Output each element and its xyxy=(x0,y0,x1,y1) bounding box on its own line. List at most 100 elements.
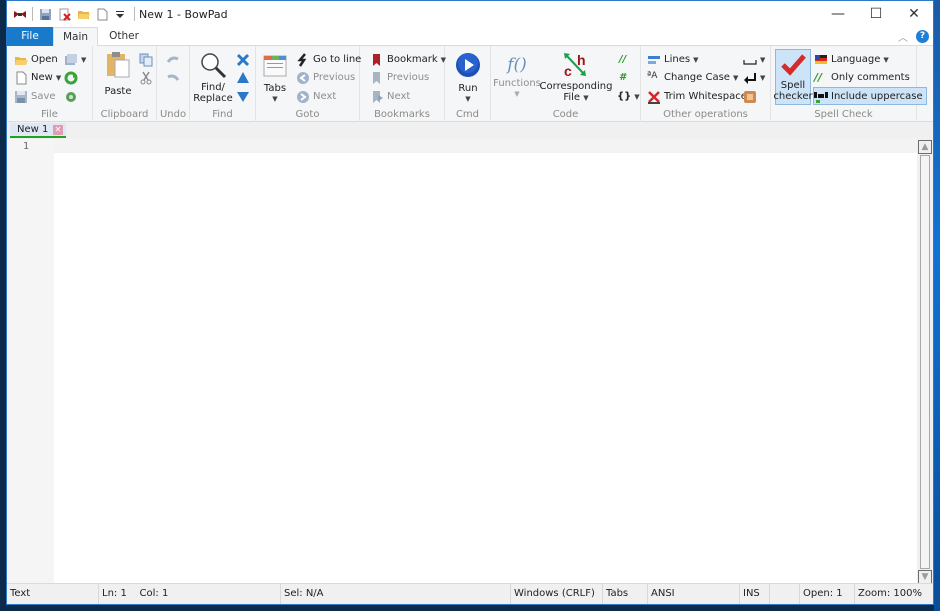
status-position: Ln: 1 Col: 1 xyxy=(98,584,280,604)
include-uppercase-toggle[interactable]: Include uppercase xyxy=(813,87,927,105)
functions-label: Functions xyxy=(493,78,541,89)
scroll-up-button[interactable]: ▲ xyxy=(918,140,932,154)
find-all-icon xyxy=(236,90,250,104)
whitespace-toggle-button[interactable]: ▼ xyxy=(743,51,765,68)
document-tab-bar: New 1 ✕ xyxy=(7,122,933,139)
checker-label: checker xyxy=(773,91,813,102)
uppercase-icon xyxy=(814,89,828,103)
tabs-button[interactable]: Tabs ▼ xyxy=(261,54,289,105)
status-spacer xyxy=(769,584,799,604)
find-all-button[interactable] xyxy=(236,88,250,105)
new-button[interactable]: New ▼ xyxy=(14,69,61,86)
save-icon[interactable] xyxy=(39,8,52,21)
arrow-left-circle-icon xyxy=(296,71,310,85)
dropdown-caret-icon: ▼ xyxy=(583,94,589,102)
copy-icon xyxy=(139,53,153,67)
open-label: Open xyxy=(31,54,58,65)
bookmark-previous-button[interactable]: Previous xyxy=(370,69,429,86)
svg-text:h: h xyxy=(577,52,586,68)
dropdown-caret-icon: ▼ xyxy=(732,73,739,82)
goto-next-button[interactable]: Next xyxy=(296,88,336,105)
editor-area[interactable]: 1 xyxy=(7,139,919,585)
bookmark-label: Bookmark xyxy=(387,54,438,65)
bowpad-logo-icon[interactable] xyxy=(13,8,26,21)
tabs-label: Tabs xyxy=(263,83,287,94)
reload-all-button[interactable] xyxy=(64,88,78,105)
only-comments-button[interactable]: // Only comments xyxy=(814,69,910,86)
group-label-bookmarks: Bookmarks xyxy=(374,109,430,120)
tab-other[interactable]: Other xyxy=(104,27,144,46)
separator xyxy=(134,7,135,21)
scroll-down-button[interactable]: ▼ xyxy=(918,570,932,584)
bookmark-button[interactable]: Bookmark ▼ xyxy=(370,51,446,68)
spell-checker-button[interactable]: Spell checker xyxy=(773,49,813,105)
paste-button[interactable]: Paste xyxy=(101,51,135,97)
ribbon-tab-bar: File Main Other xyxy=(7,27,933,47)
save-label: Save xyxy=(31,91,56,102)
find-next-button[interactable] xyxy=(236,51,250,68)
help-icon[interactable]: ? xyxy=(916,30,929,43)
cut-button[interactable] xyxy=(139,69,153,86)
new-document-icon[interactable] xyxy=(96,8,109,21)
status-encoding[interactable]: ANSI xyxy=(647,584,739,604)
paste-icon xyxy=(105,51,131,82)
open-button[interactable]: Open xyxy=(14,51,58,68)
functions-button[interactable]: f() Functions ▼ xyxy=(493,54,541,100)
run-play-icon xyxy=(455,52,481,81)
braces-button[interactable]: {} ▼ xyxy=(617,88,640,105)
scroll-thumb[interactable] xyxy=(920,155,930,569)
save-all-button[interactable]: ▼ xyxy=(64,51,86,68)
uncomment-button[interactable]: # xyxy=(619,69,626,86)
comment-icon: // xyxy=(619,54,627,65)
tab-file[interactable]: File xyxy=(7,27,53,46)
reload-button[interactable] xyxy=(64,69,78,86)
dropdown-caret-icon: ▼ xyxy=(883,55,889,64)
vertical-scrollbar[interactable]: ▲ ▼ xyxy=(917,139,933,585)
separator xyxy=(32,7,33,21)
document-tab-new-1[interactable]: New 1 ✕ xyxy=(10,123,66,138)
language-button[interactable]: Language ▼ xyxy=(814,51,889,68)
status-open-count: Open: 1 xyxy=(799,584,854,604)
current-line-highlight xyxy=(54,139,919,153)
comment-button[interactable]: // xyxy=(619,51,626,68)
group-label-other-operations: Other operations xyxy=(663,109,748,120)
tab-main[interactable]: Main xyxy=(53,27,98,47)
bookmark-next-button[interactable]: Next xyxy=(370,88,410,105)
change-case-button[interactable]: ªA Change Case ▼ xyxy=(647,69,738,86)
lines-label: Lines xyxy=(664,54,691,65)
undo-button[interactable] xyxy=(166,51,180,68)
corresponding-file-button[interactable]: hc Corresponding File ▼ xyxy=(540,52,613,104)
redo-button[interactable] xyxy=(166,69,180,86)
goto-previous-button[interactable]: Previous xyxy=(296,69,355,86)
collapse-ribbon-icon[interactable]: ︿ xyxy=(898,29,908,44)
document-tab-label: New 1 xyxy=(17,124,49,135)
run-button[interactable]: Run ▼ xyxy=(453,52,483,105)
maximize-button[interactable]: ☐ xyxy=(857,1,895,27)
close-button[interactable]: ✕ xyxy=(895,1,933,27)
ribbon-help-area: ︿ ? xyxy=(898,29,929,44)
go-to-line-button[interactable]: Go to line xyxy=(296,51,361,68)
find-previous-button[interactable] xyxy=(236,69,250,86)
save-button[interactable]: Save xyxy=(14,88,56,105)
customize-dropdown-icon[interactable] xyxy=(115,8,128,21)
dropdown-caret-icon: ▼ xyxy=(465,95,471,103)
group-label-code: Code xyxy=(552,109,579,120)
status-lexer[interactable]: Text xyxy=(7,584,98,604)
dropdown-caret-icon: ▼ xyxy=(81,55,87,64)
convert-tabs-button[interactable] xyxy=(743,88,757,105)
close-tab-icon[interactable]: ✕ xyxy=(53,124,63,135)
minimize-button[interactable]: — xyxy=(819,1,857,27)
copy-button[interactable] xyxy=(139,51,153,68)
goto-previous-label: Previous xyxy=(313,72,356,83)
trim-whitespaces-label: Trim Whitespaces xyxy=(664,91,753,102)
dropdown-caret-icon: ▼ xyxy=(760,73,766,82)
convert-tabs-icon xyxy=(743,90,757,104)
trim-whitespaces-button[interactable]: Trim Whitespaces xyxy=(647,88,752,105)
status-indent[interactable]: Tabs xyxy=(602,584,647,604)
line-ending-button[interactable]: ▼ xyxy=(743,69,765,86)
lines-button[interactable]: Lines ▼ xyxy=(647,51,698,68)
status-eol[interactable]: Windows (CRLF) xyxy=(510,584,602,604)
find-replace-button[interactable]: Find/ Replace xyxy=(193,51,233,104)
open-folder-icon[interactable] xyxy=(77,8,90,21)
close-file-icon[interactable] xyxy=(58,8,71,21)
